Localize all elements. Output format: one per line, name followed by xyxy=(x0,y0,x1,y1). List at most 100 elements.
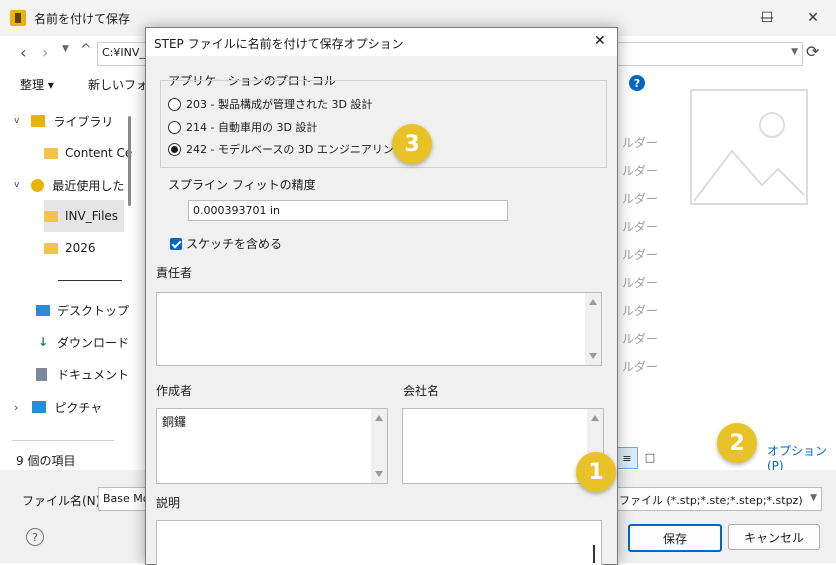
sidebar-item-label: INV_Files xyxy=(65,209,119,223)
help-circle-icon[interactable]: ? xyxy=(26,528,44,546)
organize-menu[interactable]: 整理 ▾ xyxy=(20,76,54,93)
file-list: ルダー ルダー ルダー ルダー ルダー ルダー ルダー ルダー ルダー xyxy=(616,96,660,426)
save-button[interactable]: 保存 xyxy=(628,524,722,552)
sidebar-item-2026[interactable]: 2026 xyxy=(44,233,96,263)
file-type-select[interactable]: ファイル (*.stp;*.ste;*.step;*.stpz) ▼ xyxy=(616,487,822,511)
protocol-option-203[interactable]: 203 - 製品構成が管理された 3D 設計 xyxy=(168,96,372,112)
address-dropdown-icon[interactable]: ▼ xyxy=(791,47,798,57)
file-name-label: ファイル名(N): xyxy=(22,494,105,508)
description-textarea[interactable] xyxy=(156,520,602,565)
checkbox-label: スケッチを含める xyxy=(186,237,283,251)
back-icon[interactable]: ‹ xyxy=(20,43,26,62)
sidebar-item-recent[interactable]: v 最近使用した xyxy=(14,170,124,200)
options-link[interactable]: オプション(P) xyxy=(767,442,836,473)
scrollbar[interactable] xyxy=(371,409,387,483)
help-icon[interactable]: ? xyxy=(629,75,645,91)
preview-pane-icon[interactable]: □ xyxy=(640,447,660,467)
list-item[interactable]: ルダー xyxy=(622,246,658,263)
desktop-icon xyxy=(36,304,50,316)
sidebar-item-label: 最近使用した xyxy=(52,178,125,193)
library-icon xyxy=(31,115,46,127)
protocol-label: 203 - 製品構成が管理された 3D 設計 xyxy=(186,98,373,111)
radio-button-selected[interactable] xyxy=(168,142,181,156)
list-item[interactable]: ルダー xyxy=(622,358,658,375)
author-value: 銅鑼 xyxy=(162,415,187,429)
details-view-icon[interactable]: ≡ xyxy=(616,447,638,469)
description-label: 説明 xyxy=(156,496,181,510)
app-icon xyxy=(10,10,26,26)
folder-icon xyxy=(44,242,58,254)
list-item[interactable]: ルダー xyxy=(622,218,658,235)
protocol-option-214[interactable]: 214 - 自動車用の 3D 設計 xyxy=(168,119,317,135)
document-icon xyxy=(36,367,47,381)
pictures-icon xyxy=(32,401,47,413)
sidebar-item-label: デスクトップ xyxy=(57,303,130,318)
close-window-button[interactable]: ✕ xyxy=(790,0,836,36)
sidebar-item-desktop[interactable]: デスクトップ xyxy=(36,295,129,325)
checkbox-checked[interactable] xyxy=(170,237,182,250)
callout-badge-1: 1 xyxy=(576,452,616,492)
up-icon[interactable]: ^ xyxy=(80,42,92,58)
include-sketch-checkbox[interactable]: スケッチを含める xyxy=(170,235,282,252)
company-label: 会社名 xyxy=(403,384,440,398)
sidebar-item-library[interactable]: v ライブラリ xyxy=(14,106,113,136)
sidebar-scrollbar[interactable] xyxy=(128,116,131,206)
folder-icon xyxy=(44,147,58,159)
chevron-down-icon[interactable]: v xyxy=(14,116,19,126)
company-textarea[interactable] xyxy=(402,408,604,484)
sidebar-item-documents[interactable]: ドキュメント xyxy=(36,359,129,389)
sidebar-item-inv-files[interactable]: INV_Files xyxy=(44,201,118,231)
chevron-down-icon[interactable]: v xyxy=(14,180,19,190)
author-textarea[interactable]: 銅鑼 xyxy=(156,408,388,484)
cancel-button[interactable]: キャンセル xyxy=(728,524,820,550)
callout-badge-3: 3 xyxy=(392,124,432,164)
dialog-close-icon[interactable]: ✕ xyxy=(594,33,606,49)
dialog-title: STEP ファイルに名前を付けて保存オプション xyxy=(154,37,404,51)
sidebar-item-content-center[interactable]: Content Ce xyxy=(44,138,132,168)
protocol-option-242[interactable]: 242 - モデルベースの 3D エンジニアリング xyxy=(168,141,405,157)
protocol-label: 242 - モデルベースの 3D エンジニアリング xyxy=(186,143,405,156)
sidebar-item-pictures[interactable]: › ピクチャ xyxy=(14,392,102,422)
item-count: 9 個の項目 xyxy=(16,454,76,468)
recent-icon xyxy=(31,178,45,192)
spline-value: 0.000393701 in xyxy=(193,204,281,217)
maximize-button[interactable]: ☐ xyxy=(744,0,790,36)
folder-icon xyxy=(44,210,58,222)
author-label: 作成者 xyxy=(156,384,193,398)
spline-precision-input[interactable]: 0.000393701 in xyxy=(188,200,508,221)
list-item[interactable]: ルダー xyxy=(622,134,658,151)
divider xyxy=(12,440,114,441)
list-item[interactable]: ルダー xyxy=(622,330,658,347)
responsible-label: 責任者 xyxy=(156,266,193,280)
address-path: C:¥INV_F xyxy=(102,46,152,59)
radio-button[interactable] xyxy=(168,97,181,111)
scrollbar-thumb[interactable] xyxy=(593,545,595,563)
chevron-down-icon[interactable]: ▼ xyxy=(810,493,817,503)
sidebar-item-label: Content Ce xyxy=(65,146,133,160)
divider xyxy=(58,280,122,281)
step-options-dialog: STEP ファイルに名前を付けて保存オプション ✕ アプリケーションのプロトコル… xyxy=(145,27,618,565)
download-icon: ↓ xyxy=(37,335,49,349)
recent-locations-icon[interactable]: ▼ xyxy=(62,44,69,54)
dialog-title-bar: STEP ファイルに名前を付けて保存オプション ✕ xyxy=(146,28,617,56)
list-item[interactable]: ルダー xyxy=(622,302,658,319)
chevron-right-icon[interactable]: › xyxy=(14,401,18,414)
list-item[interactable]: ルダー xyxy=(622,162,658,179)
list-item[interactable]: ルダー xyxy=(622,274,658,291)
refresh-icon[interactable]: ⟳ xyxy=(806,42,819,61)
file-name-value: Base Mo xyxy=(103,492,150,505)
image-placeholder-icon xyxy=(693,112,805,202)
radio-button[interactable] xyxy=(168,120,181,134)
navigation-pane: v ライブラリ Content Ce v 最近使用した INV_Files 20… xyxy=(0,96,132,470)
sidebar-item-downloads[interactable]: ↓ ダウンロード xyxy=(36,327,129,357)
spline-label: スプライン フィットの精度 xyxy=(168,178,316,192)
responsible-textarea[interactable] xyxy=(156,292,602,366)
scrollbar[interactable] xyxy=(585,293,601,365)
sidebar-item-label: ダウンロード xyxy=(57,335,130,350)
forward-icon[interactable]: › xyxy=(42,43,48,62)
preview-image-placeholder xyxy=(690,89,808,205)
list-item[interactable]: ルダー xyxy=(622,190,658,207)
file-type-value: ファイル (*.stp;*.ste;*.step;*.stpz) xyxy=(619,494,803,507)
sidebar-item-label: ライブラリ xyxy=(53,114,114,129)
callout-badge-2: 2 xyxy=(717,423,757,463)
